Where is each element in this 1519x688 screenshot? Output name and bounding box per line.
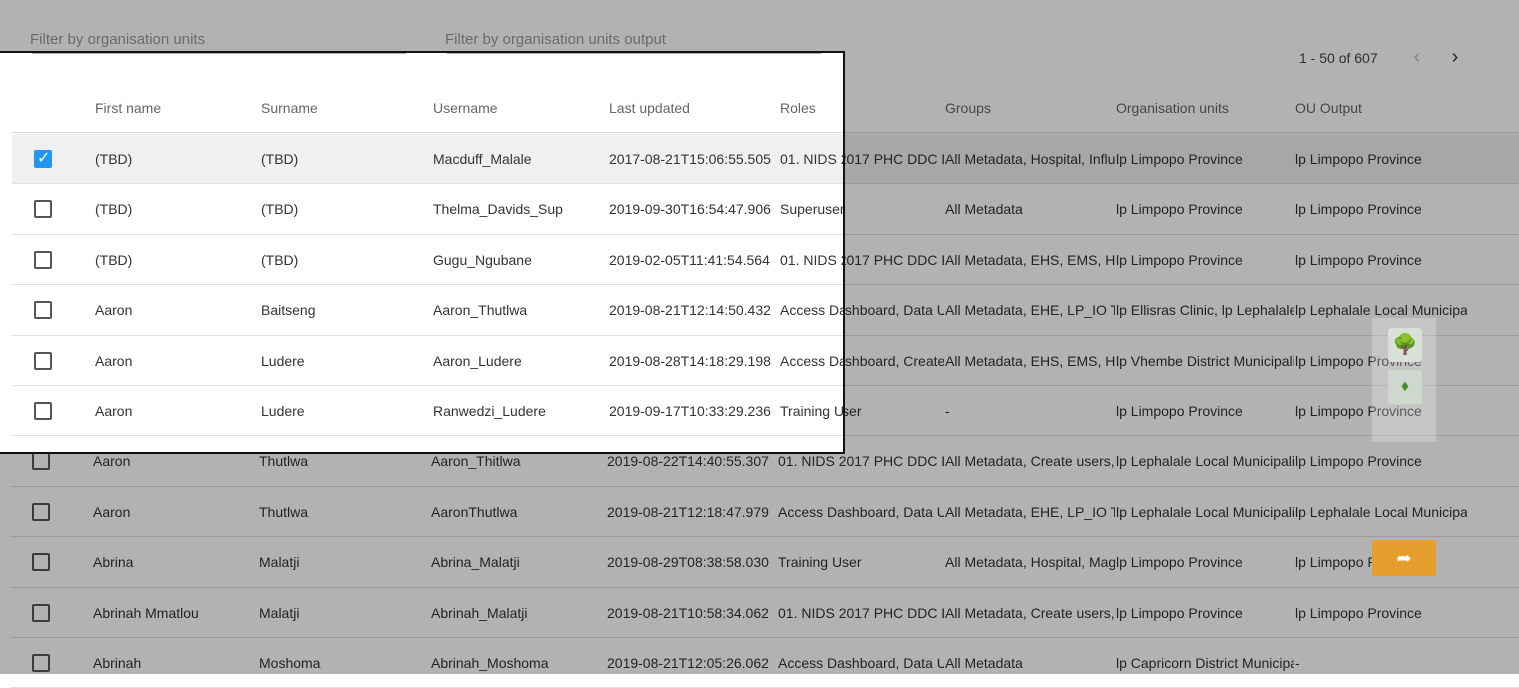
row-checkbox[interactable] (34, 200, 52, 219)
first-name-cell: Aaron (95, 453, 255, 454)
surname-cell: (TBD) (261, 201, 299, 218)
share-button[interactable]: ➦ (1372, 540, 1436, 576)
column-username[interactable]: Username (433, 100, 603, 116)
username-cell: Aaron_Ludere (433, 352, 522, 369)
roles-cell: 01. NIDS 2017 PHC DDC Data (780, 251, 843, 268)
roles-cell: Access Dashboard, Create (780, 352, 843, 369)
column-roles[interactable]: Roles (780, 100, 843, 116)
surname-cell: Thutlwa (261, 453, 426, 454)
first-name-cell: (TBD) (95, 251, 133, 268)
first-name-cell: Aaron (95, 352, 133, 369)
first-name-cell: Aaron (95, 403, 133, 419)
surname-cell: Ludere (261, 403, 305, 419)
table-row[interactable]: (TBD) (TBD) Macduff_Malale 2017-08-21T15:06… (12, 134, 843, 185)
first-name-cell: (TBD) (95, 201, 133, 218)
roles-cell: Training User (780, 403, 845, 419)
first-name-cell: (TBD) (95, 151, 133, 167)
zoom-popup-content: Filter by organisation units Filter by o… (2, 53, 845, 454)
table-row[interactable]: Aaron Ludere Aaron_Ludere 2019-08-28T14:18:… (12, 335, 843, 386)
table-row[interactable]: (TBD) (TBD) Thelma_Davids_Sup 2019-09-30T16… (12, 184, 845, 235)
org-units-filter[interactable]: Filter by organisation units (32, 53, 406, 54)
username-cell: Thelma_Davids_Sup (433, 201, 563, 218)
last-updated-cell: 2019-09-17T10:33:29.236 (609, 403, 771, 419)
last-updated-cell: 2017-08-21T15:06:55.505 (609, 151, 771, 167)
username-cell: Macduff_Malale (433, 151, 532, 167)
last-updated-cell: 2019-09-30T16:54:47.906 (609, 201, 771, 218)
username-cell: Aaron_Thitlwa (433, 453, 603, 454)
table-header: First name Surname Username Last updated… (12, 83, 843, 133)
share-arrow-icon: ➦ (1396, 548, 1412, 568)
side-widget: 🌳 ♦ (1372, 318, 1436, 442)
last-updated-cell: 2019-08-21T12:14:50.432 (609, 302, 771, 319)
last-updated-cell: 2019-02-05T11:41:54.564 (609, 251, 770, 268)
row-checkbox[interactable] (34, 301, 52, 320)
table-row[interactable]: Aaron Ludere Ranwedzi_Ludere 2019-09-17T10:… (12, 386, 845, 437)
row-checkbox[interactable] (34, 250, 52, 269)
zoom-popup: Filter by organisation units Filter by o… (0, 51, 845, 454)
username-cell: Gugu_Ngubane (433, 251, 532, 268)
last-updated-cell: 2019-08-22T14:40:55.307 (609, 453, 777, 454)
tree-logo-icon[interactable]: 🌳 (1388, 328, 1422, 362)
table-row[interactable]: (TBD) (TBD) Gugu_Ngubane 2019-02-05T11:41:5… (12, 234, 843, 286)
surname-cell: (TBD) (261, 251, 299, 268)
row-checkbox[interactable] (34, 452, 52, 454)
column-first-name[interactable]: First name (95, 100, 255, 116)
org-units-output-filter[interactable]: Filter by organisation units output (447, 53, 821, 54)
column-last-updated[interactable]: Last updated (609, 100, 777, 116)
roles-cell: Superuser (780, 201, 845, 218)
zoom-popup-table: Filter by organisation units Filter by o… (2, 53, 845, 454)
row-checkbox[interactable] (34, 351, 52, 370)
username-cell: Aaron_Thutlwa (433, 302, 528, 319)
table-row[interactable]: Aaron Baitseng Aaron_Thutlwa 2019-08-21T12:… (12, 285, 843, 336)
table-row[interactable]: Aaron Thutlwa Aaron_Thitlwa 2019-08-22T14:4… (12, 436, 845, 454)
roles-cell: 01. NIDS 2017 PHC DDC Data (780, 151, 843, 167)
surname-cell: Baitseng (261, 302, 316, 319)
roles-cell: 01. NIDS 2017 PHC DDC Data (780, 453, 845, 454)
row-checkbox[interactable] (34, 148, 52, 168)
column-surname[interactable]: Surname (261, 100, 426, 116)
surname-cell: Ludere (261, 352, 305, 369)
last-updated-cell: 2019-08-28T14:18:29.198 (609, 352, 771, 369)
roles-cell: Access Dashboard, Data Use (780, 302, 843, 319)
surname-cell: (TBD) (261, 151, 299, 167)
row-checkbox[interactable] (34, 402, 52, 420)
username-cell: Ranwedzi_Ludere (433, 403, 546, 419)
first-name-cell: Aaron (95, 302, 133, 319)
twitter-icon[interactable]: ♦ (1388, 370, 1422, 404)
